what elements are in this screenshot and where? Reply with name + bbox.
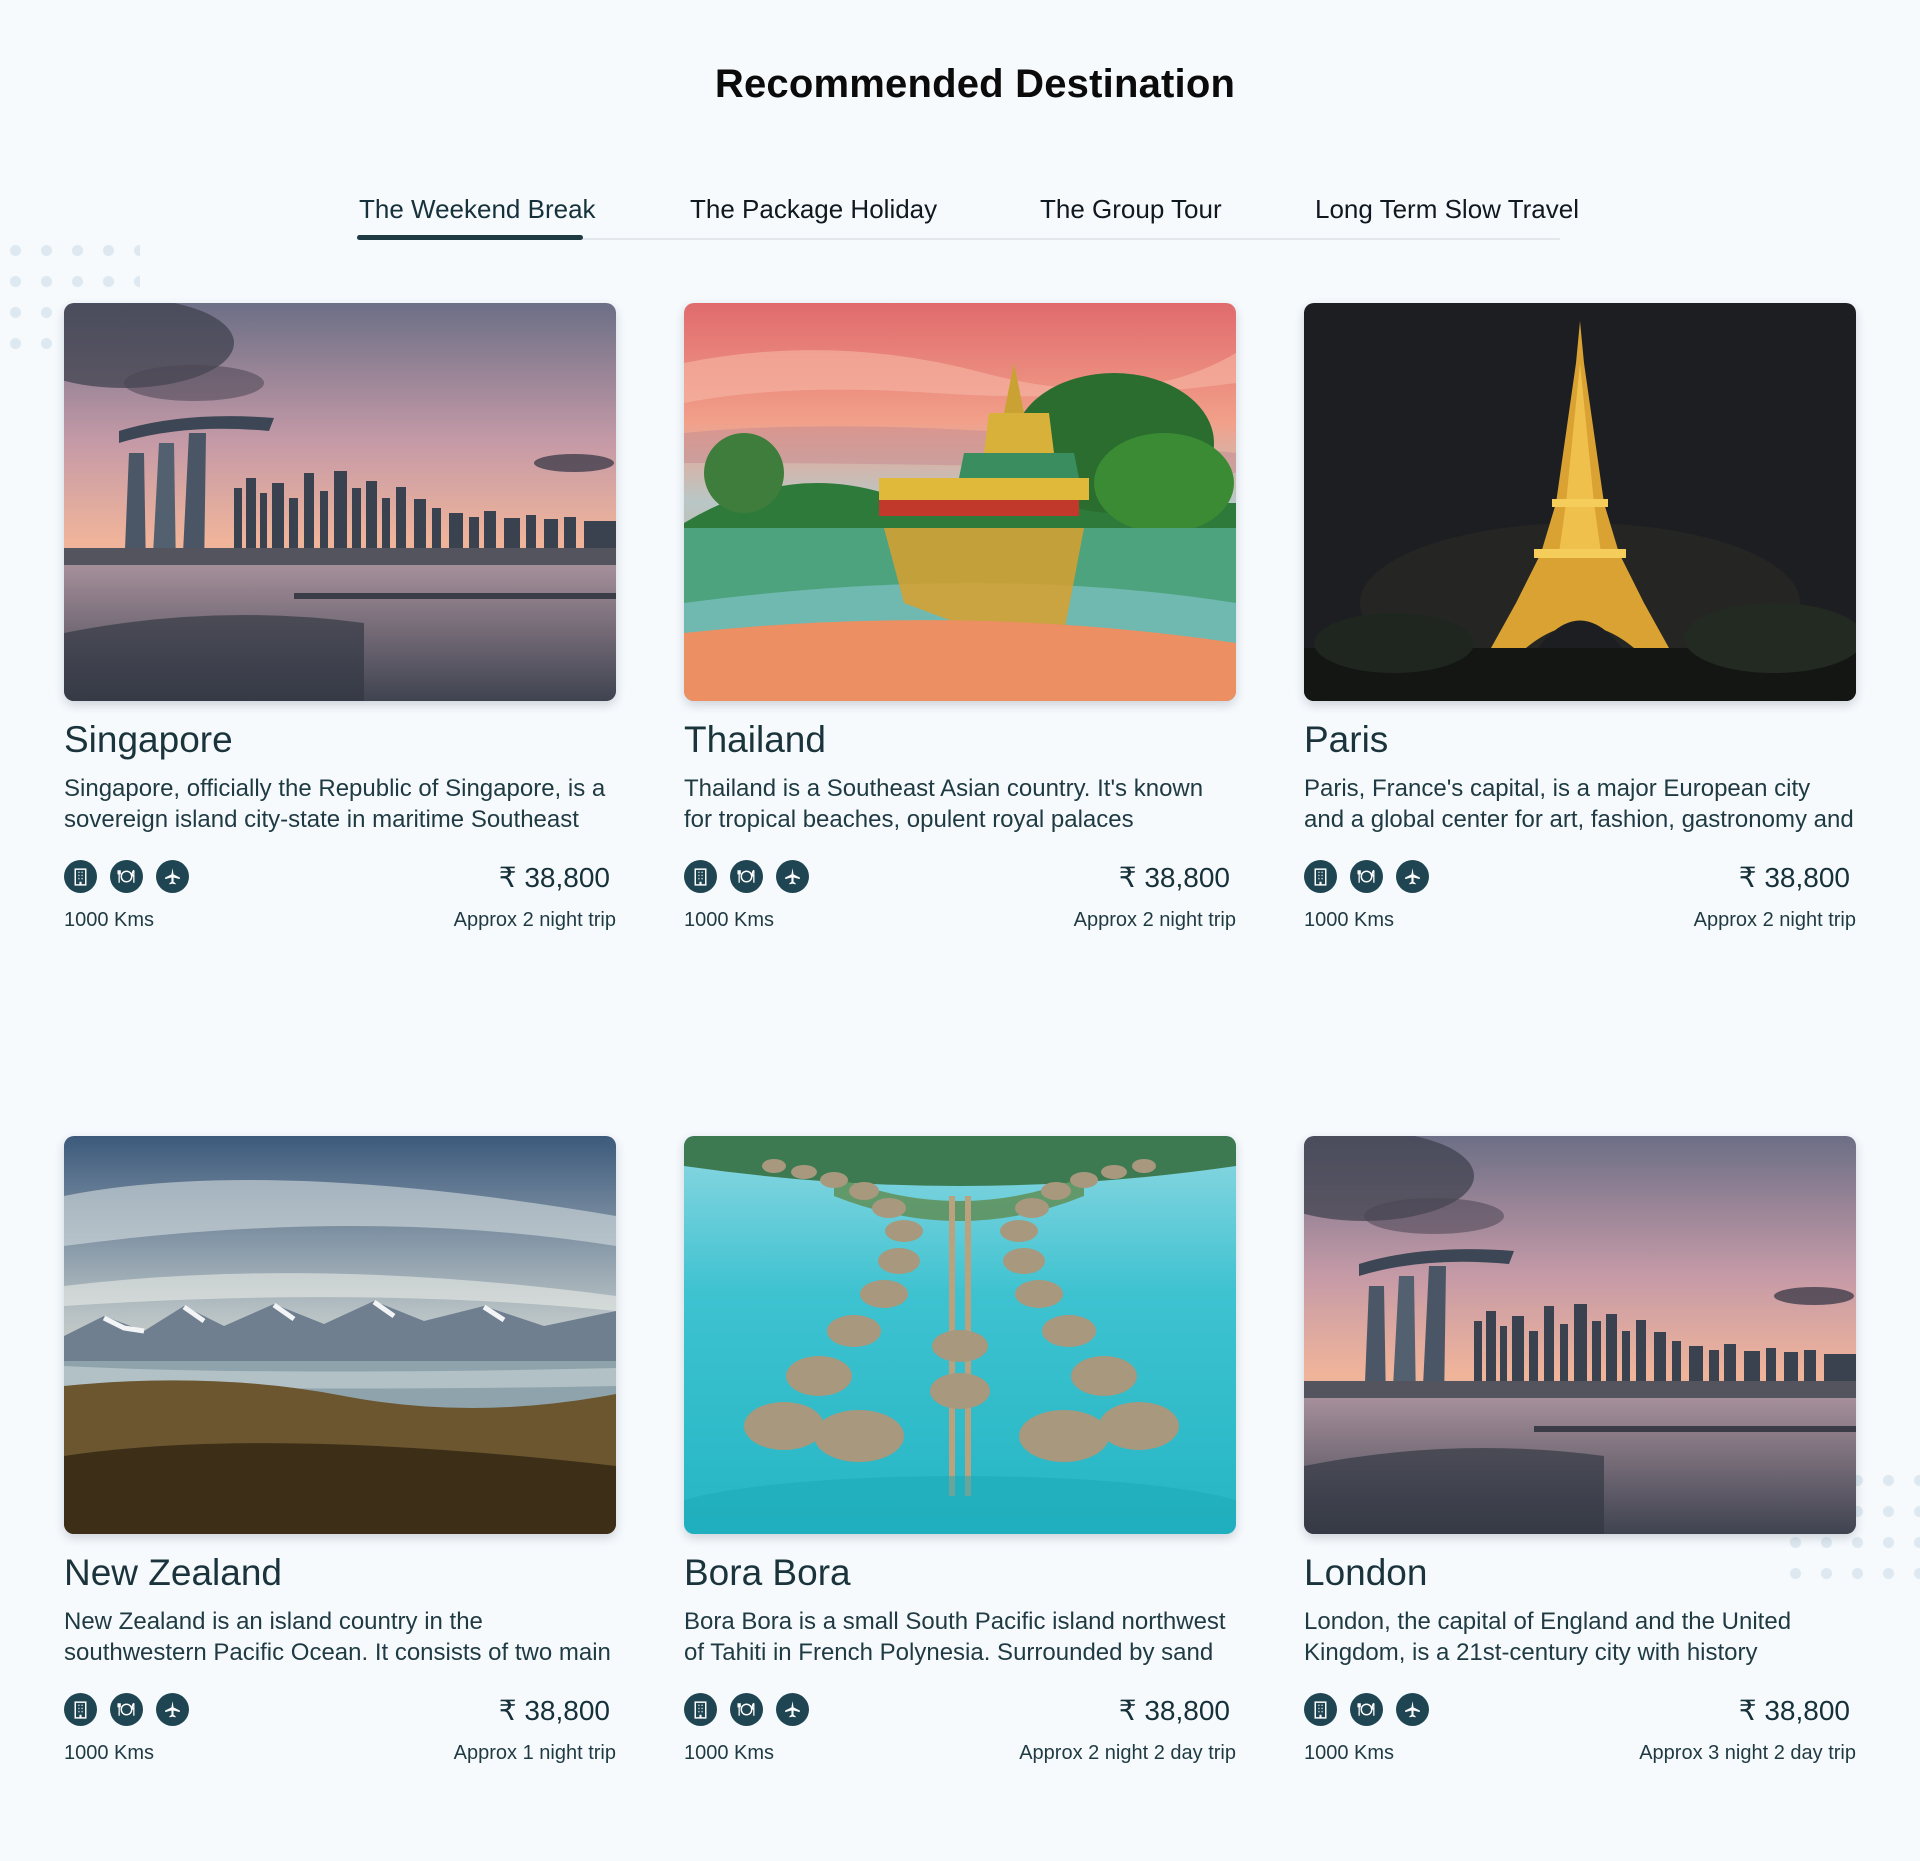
trip-duration: Approx 2 night trip [1693,909,1856,931]
flight-icon [156,860,189,893]
flight-icon [776,860,809,893]
dining-icon [730,860,763,893]
destination-name: London [1304,1552,1428,1593]
distance: 1000 Kms [684,909,775,931]
distance: 1000 Kms [64,909,155,931]
dining-icon [1350,1693,1383,1726]
destination-card-thailand[interactable]: Thailand Thailand is a Southeast Asian c… [684,303,1236,931]
destination-image-london[interactable] [1304,1136,1856,1534]
hotel-icon [684,860,717,893]
distance: 1000 Kms [1304,1742,1395,1764]
price: ₹ 38,800 [498,862,610,893]
distance: 1000 Kms [1304,909,1395,931]
hotel-icon [64,860,97,893]
destination-description: Bora Bora is a small South Pacific islan… [684,1608,1226,1666]
destination-card-singapore[interactable]: Singapore Singapore, officially the Repu… [64,303,616,931]
destination-name: New Zealand [64,1552,283,1593]
destination-name: Thailand [684,719,826,760]
destination-image-thailand[interactable] [684,303,1236,701]
tab-long-term-slow-travel[interactable]: Long Term Slow Travel [1315,194,1579,225]
active-tab-indicator [357,235,583,240]
distance: 1000 Kms [684,1742,775,1764]
tab-group-tour[interactable]: The Group Tour [1040,194,1222,225]
destination-description: Singapore, officially the Republic of Si… [64,775,606,833]
tab-weekend-break[interactable]: The Weekend Break [359,194,596,225]
hotel-icon [1304,860,1337,893]
trip-duration: Approx 3 night 2 day trip [1639,1742,1856,1764]
hotel-icon [684,1693,717,1726]
trip-duration: Approx 1 night trip [453,1742,616,1764]
price: ₹ 38,800 [498,1695,610,1726]
destination-image-singapore[interactable] [64,303,616,701]
destination-card-new-zealand[interactable]: New Zealand New Zealand is an island cou… [64,1136,616,1764]
destination-description: London, the capital of England and the U… [1304,1608,1792,1666]
destination-name: Paris [1304,719,1389,760]
flight-icon [156,1693,189,1726]
destination-description: Paris, France's capital, is a major Euro… [1304,775,1854,833]
dining-icon [110,1693,143,1726]
hotel-icon [64,1693,97,1726]
destination-name: Singapore [64,719,233,760]
destination-card-paris[interactable]: Paris Paris, France's capital, is a majo… [1304,303,1856,931]
dining-icon [1350,860,1383,893]
destination-card-bora-bora[interactable]: Bora Bora Bora Bora is a small South Pac… [684,1136,1236,1764]
destination-image-paris[interactable] [1304,303,1856,701]
dining-icon [730,1693,763,1726]
destination-description: Thailand is a Southeast Asian country. I… [684,775,1204,833]
dining-icon [110,860,143,893]
price: ₹ 38,800 [1118,862,1230,893]
tab-package-holiday[interactable]: The Package Holiday [690,194,937,225]
tab-bar: The Weekend Break The Package Holiday Th… [357,178,1579,240]
flight-icon [1396,1693,1429,1726]
trip-duration: Approx 2 night trip [453,909,616,931]
destination-name: Bora Bora [684,1552,851,1593]
flight-icon [776,1693,809,1726]
trip-duration: Approx 2 night 2 day trip [1019,1742,1236,1764]
destination-image-bora-bora[interactable] [684,1136,1236,1534]
page-title: Recommended Destination [714,62,1236,106]
hotel-icon [1304,1693,1337,1726]
trip-duration: Approx 2 night trip [1073,909,1236,931]
flight-icon [1396,860,1429,893]
destination-description: New Zealand is an island country in the … [64,1608,611,1666]
destination-image-new-zealand[interactable] [64,1136,616,1534]
distance: 1000 Kms [64,1742,155,1764]
price: ₹ 38,800 [1738,1695,1850,1726]
destination-card-london[interactable]: London London, the capital of England an… [1304,1136,1856,1764]
price: ₹ 38,800 [1738,862,1850,893]
price: ₹ 38,800 [1118,1695,1230,1726]
